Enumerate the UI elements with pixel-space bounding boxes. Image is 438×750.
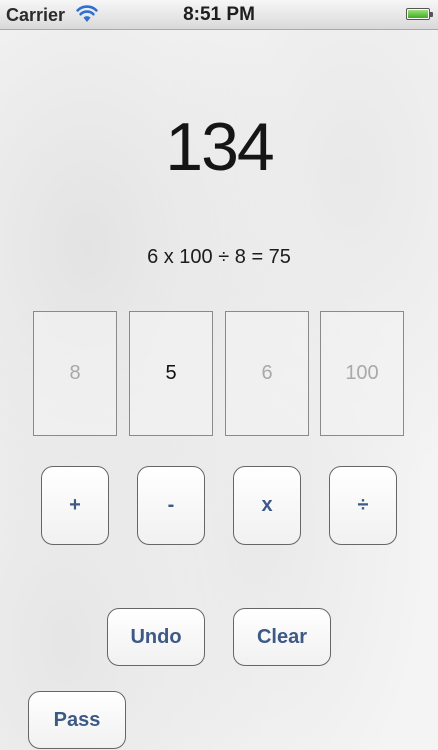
target-number: 134 xyxy=(165,109,274,185)
clear-button[interactable]: Clear xyxy=(233,608,331,666)
status-bar: Carrier 8:51 PM xyxy=(0,0,438,30)
battery-icon xyxy=(406,8,433,20)
number-card-1[interactable]: 8 xyxy=(33,311,117,436)
plus-button[interactable]: + xyxy=(41,466,109,545)
minus-button[interactable]: - xyxy=(137,466,205,545)
multiply-button[interactable]: x xyxy=(233,466,301,545)
number-card-4[interactable]: 100 xyxy=(320,311,404,436)
undo-button[interactable]: Undo xyxy=(107,608,205,666)
equation-display: 6 x 100 ÷ 8 = 75 xyxy=(147,246,291,268)
divide-button[interactable]: ÷ xyxy=(329,466,397,545)
clock: 8:51 PM xyxy=(183,4,255,25)
number-card-2[interactable]: 5 xyxy=(129,311,213,436)
number-card-3[interactable]: 6 xyxy=(225,311,309,436)
pass-button[interactable]: Pass xyxy=(28,691,126,749)
